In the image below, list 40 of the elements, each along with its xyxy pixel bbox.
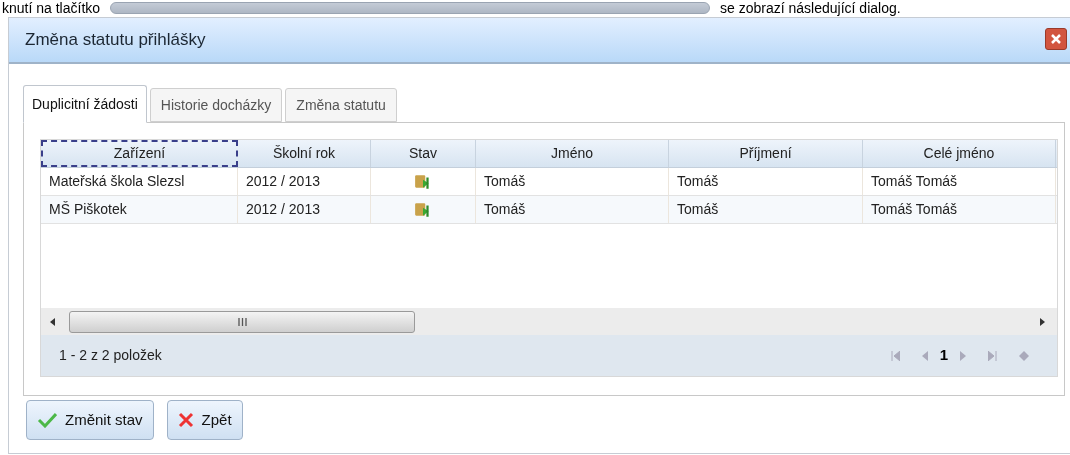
close-button[interactable] [1045,28,1067,50]
table-cell: Tomáš [669,168,863,195]
column-header[interactable]: Celé jméno [863,140,1056,167]
table-cell: Tomáš [476,196,669,223]
column-header[interactable]: Stav [371,140,476,167]
tab[interactable]: Historie docházky [149,88,283,122]
horizontal-scrollbar[interactable] [41,308,1057,335]
table-cell: Tomáš Tomáš [863,196,1056,223]
window-title: Změna statutu přihlášky [25,29,206,52]
page-number: 1 [939,345,948,366]
last-page-icon[interactable] [988,350,997,361]
grip-icon [237,317,247,326]
intro-text: knutí na tlačítko [2,0,101,16]
tab[interactable]: Duplicitní žádosti [23,85,147,123]
status-icon [414,200,432,219]
scrollbar-thumb[interactable] [69,310,415,333]
close-icon [1050,33,1062,45]
first-page-icon[interactable] [890,350,900,361]
column-header[interactable]: Školní rok [238,140,371,167]
table-cell: Mateřská škola Slezsl [41,168,238,195]
intro-text: se zobrazí následující dialog. [720,0,901,16]
previous-page-icon[interactable] [921,350,928,361]
tab[interactable]: Změna statutu [285,88,397,122]
item-count: 1 - 2 z 2 položek [59,346,162,365]
close-icon [177,412,194,428]
checkmark-icon [37,412,57,428]
table-cell: Tomáš [669,196,863,223]
column-header[interactable]: Jméno [476,140,669,167]
next-page-icon[interactable] [960,350,966,361]
change-status-button[interactable]: Změnit stav [26,400,154,440]
table-cell: MŠ Piškotek [41,196,238,223]
column-header[interactable]: Příjmení [669,140,863,167]
table-cell: Tomáš [476,168,669,195]
scroll-right-icon[interactable] [1039,317,1045,326]
table-cell: 2012 / 2013 [238,168,371,195]
status-icon [414,172,432,191]
table-cell: Tomáš Tomáš [863,168,1056,195]
scroll-left-icon[interactable] [50,317,56,326]
table-cell: 2012 / 2013 [238,196,371,223]
back-button[interactable]: Zpět [166,400,243,440]
